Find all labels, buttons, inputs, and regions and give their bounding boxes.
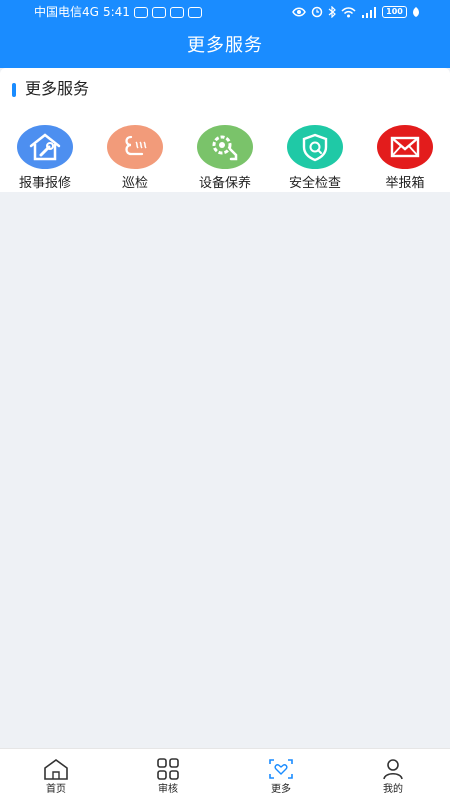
shield-check-icon (287, 125, 343, 169)
status-left: 中国电信4G 5:41 (34, 0, 202, 24)
wifi-icon (341, 6, 356, 17)
nav-label: 审核 (158, 784, 178, 795)
leaf-icon (413, 7, 419, 17)
notification-icon (133, 6, 148, 18)
service-equipment-maintenance[interactable]: 设备保养 (186, 125, 264, 191)
nav-more[interactable]: 更多 (251, 757, 311, 799)
nav-mine[interactable]: 我的 (363, 757, 423, 799)
service-label: 报事报修 (18, 176, 71, 191)
patrol-icon (107, 125, 163, 169)
bluetooth-icon (328, 6, 336, 18)
service-report-box[interactable]: 举报箱 (366, 125, 444, 191)
service-safety-check[interactable]: 安全检查 (276, 125, 354, 191)
alarm-icon (311, 6, 323, 18)
qq-icon (187, 6, 202, 18)
house-repair-icon (17, 125, 73, 169)
more-services-panel: 更多服务 报事报修 巡检 设备保养 安全检查 举报箱 (0, 68, 450, 192)
section-title: 更多服务 (25, 79, 90, 98)
clock: 5:41 (102, 5, 130, 19)
grid-icon (157, 758, 179, 780)
mail-icon (377, 125, 433, 169)
bottom-navigation: 首页 审核 更多 我的 (0, 748, 450, 800)
heart-frame-icon (269, 759, 293, 779)
nav-label: 首页 (46, 784, 66, 795)
app-icon (169, 6, 184, 18)
top-app-bar: 中国电信4G 5:41 100 更多服务 (0, 0, 450, 68)
service-repair[interactable]: 报事报修 (6, 125, 84, 191)
person-icon (383, 759, 403, 780)
service-label: 巡检 (121, 176, 148, 191)
signal-icon (362, 6, 376, 18)
nav-label: 更多 (271, 784, 291, 795)
nav-label: 我的 (383, 784, 403, 795)
service-patrol[interactable]: 巡检 (96, 125, 174, 191)
service-label: 设备保养 (198, 176, 251, 191)
section-marker (12, 83, 16, 97)
nav-home[interactable]: 首页 (26, 757, 86, 799)
status-right: 100 (292, 0, 420, 24)
eye-icon (292, 7, 306, 17)
service-label: 安全检查 (288, 176, 341, 191)
equipment-maintenance-icon (197, 125, 253, 169)
service-label: 举报箱 (385, 176, 425, 191)
page-title: 更多服务 (187, 35, 263, 56)
carrier-label: 中国电信4G (34, 5, 99, 19)
home-icon (44, 759, 68, 780)
battery-indicator: 100 (382, 6, 407, 18)
status-bar: 中国电信4G 5:41 100 (0, 0, 450, 24)
wechat-icon (151, 6, 166, 18)
nav-review[interactable]: 审核 (138, 757, 198, 799)
